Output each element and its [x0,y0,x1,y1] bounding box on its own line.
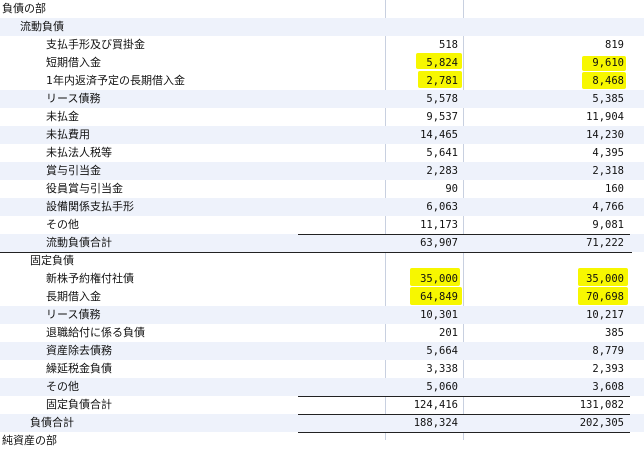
curr-value: 2,318 [592,165,624,177]
subtotal-row: 流動負債合計 63,907 71,222 [0,234,644,252]
prev-value: 188,324 [413,417,458,429]
prev-value: 201 [439,327,458,339]
row-label: 資産除去債務 [46,344,112,357]
next-section-title: 純資産の部 [2,434,57,447]
curr-value: 2,393 [592,363,624,375]
row-label: 固定負債合計 [46,398,112,411]
prev-value: 2,283 [426,165,458,177]
table-row: リース債務 5,578 5,385 [0,90,644,108]
prev-value: 14,465 [420,129,458,141]
table-row: 未払費用 14,465 14,230 [0,126,644,144]
curr-value: 202,305 [579,417,624,429]
row-label: 退職給付に係る負債 [46,326,145,339]
row-label: 長期借入金 [46,290,101,303]
curr-value: 4,395 [592,147,624,159]
prev-value: 2,781 [426,75,458,87]
prev-value: 518 [439,39,458,51]
table-row: 未払金 9,537 11,904 [0,108,644,126]
row-label: 新株予約権付社債 [46,272,134,285]
curr-value: 5,385 [592,93,624,105]
table-row: 1年内返済予定の長期借入金 2,781 8,468 [0,72,644,90]
row-label: 流動負債合計 [46,236,112,249]
row-label: 未払費用 [46,128,90,141]
total-row: 負債合計 188,324 202,305 [0,414,644,432]
row-label: 未払法人税等 [46,146,112,159]
prev-value: 5,578 [426,93,458,105]
curr-value: 11,904 [586,111,624,123]
prev-value: 11,173 [420,219,458,231]
row-label: その他 [46,380,79,393]
row-label: リース債務 [46,308,101,321]
subtotal-row: 固定負債合計 124,416 131,082 [0,396,644,414]
curr-value: 14,230 [586,129,624,141]
curr-value: 8,468 [592,75,624,87]
prev-value: 90 [445,183,458,195]
table-row: 未払法人税等 5,641 4,395 [0,144,644,162]
row-label: 役員賞与引当金 [46,182,123,195]
table-row: 短期借入金 5,824 9,610 [0,54,644,72]
curr-value: 8,779 [592,345,624,357]
curr-value: 71,222 [586,237,624,249]
prev-value: 64,849 [420,291,458,303]
table-row: 資産除去債務 5,664 8,779 [0,342,644,360]
curr-value: 9,081 [592,219,624,231]
table-row: その他 5,060 3,608 [0,378,644,396]
prev-value: 5,641 [426,147,458,159]
section-title-row: 純資産の部 [0,432,644,450]
prev-value: 6,063 [426,201,458,213]
prev-value: 35,000 [420,273,458,285]
curr-value: 131,082 [579,399,624,411]
current-liabilities-title: 流動負債 [20,20,64,33]
row-label: リース債務 [46,92,101,105]
table-row: 繰延税金負債 3,338 2,393 [0,360,644,378]
curr-value: 160 [605,183,624,195]
prev-value: 5,824 [426,57,458,69]
row-label: 短期借入金 [46,56,101,69]
row-label: 1年内返済予定の長期借入金 [46,74,185,87]
row-label: 賞与引当金 [46,164,101,177]
row-label: その他 [46,218,79,231]
table-row: 設備関係支払手形 6,063 4,766 [0,198,644,216]
prev-value: 9,537 [426,111,458,123]
curr-value: 70,698 [586,291,624,303]
prev-value: 63,907 [420,237,458,249]
prev-value: 3,338 [426,363,458,375]
table-row: 新株予約権付社債 35,000 35,000 [0,270,644,288]
subsection-title-row: 流動負債 [0,18,644,36]
table-row: 長期借入金 64,849 70,698 [0,288,644,306]
prev-value: 10,301 [420,309,458,321]
table-row: リース債務 10,301 10,217 [0,306,644,324]
section-title-row: 負債の部 [0,0,644,18]
table-row: 支払手形及び買掛金 518 819 [0,36,644,54]
prev-value: 5,664 [426,345,458,357]
curr-value: 35,000 [586,273,624,285]
table-row: 退職給付に係る負債 201 385 [0,324,644,342]
curr-value: 4,766 [592,201,624,213]
row-label: 設備関係支払手形 [46,200,134,213]
row-label: 負債合計 [30,416,74,429]
curr-value: 3,608 [592,381,624,393]
table-row: 賞与引当金 2,283 2,318 [0,162,644,180]
prev-value: 5,060 [426,381,458,393]
prev-value: 124,416 [413,399,458,411]
row-label: 未払金 [46,110,79,123]
fixed-liabilities-title: 固定負債 [30,254,74,267]
subsection-title-row: 固定負債 [0,252,644,270]
curr-value: 385 [605,327,624,339]
row-label: 繰延税金負債 [46,362,112,375]
curr-value: 819 [605,39,624,51]
row-label: 支払手形及び買掛金 [46,38,145,51]
section-title: 負債の部 [2,2,46,15]
curr-value: 10,217 [586,309,624,321]
table-row: その他 11,173 9,081 [0,216,644,234]
table-row: 役員賞与引当金 90 160 [0,180,644,198]
curr-value: 9,610 [592,57,624,69]
